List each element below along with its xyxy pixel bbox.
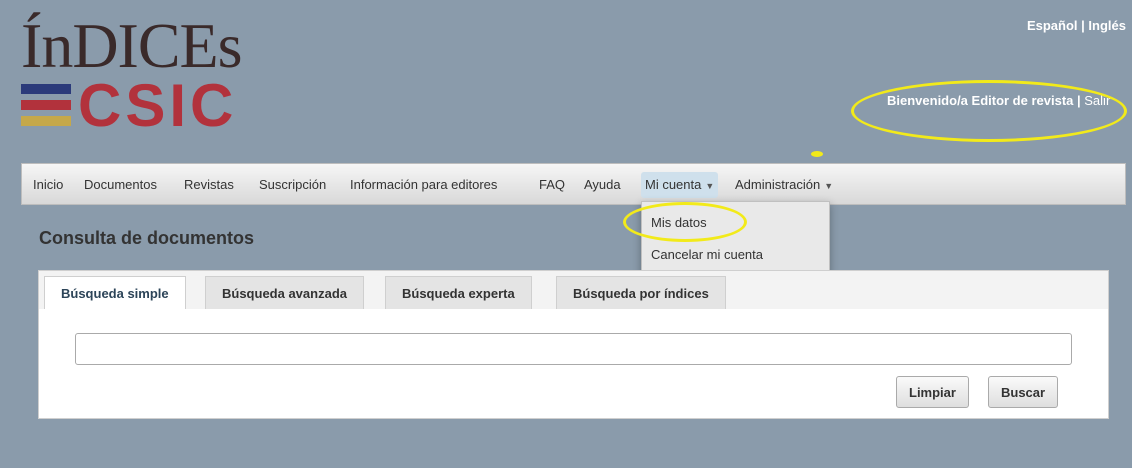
search-button[interactable]: Buscar (988, 376, 1059, 408)
nav-administracion[interactable]: Administración ▼ (735, 172, 833, 198)
logout-link[interactable]: Salir (1084, 93, 1110, 108)
tab-busqueda-simple[interactable]: Búsqueda simple (44, 276, 186, 312)
nav-administracion-label: Administración (735, 177, 821, 192)
lang-en-link[interactable]: Inglés (1088, 18, 1126, 33)
logo-indices-text: ÍnDICEs (21, 10, 243, 81)
nav-suscripcion[interactable]: Suscripción (259, 172, 326, 198)
page-title: Consulta de documentos (39, 228, 255, 248)
search-tabs: Búsqueda simple Búsqueda avanzada Búsque… (38, 270, 1109, 312)
tab-busqueda-experta[interactable]: Búsqueda experta (385, 276, 532, 311)
nav-revistas[interactable]: Revistas (184, 172, 234, 198)
chevron-down-icon: ▼ (824, 181, 834, 191)
clear-button[interactable]: Limpiar (896, 376, 969, 408)
menu-mis-datos[interactable]: Mis datos (651, 215, 707, 230)
welcome-text: Bienvenido/a Editor de revista (887, 93, 1074, 108)
lang-es-link[interactable]: Español (1027, 18, 1078, 33)
highlight-dot (811, 151, 823, 157)
logo-stripe-gold (21, 116, 71, 126)
search-input[interactable] (75, 333, 1072, 365)
nav-documentos[interactable]: Documentos (84, 172, 157, 198)
nav-faq[interactable]: FAQ (539, 172, 565, 198)
logo-stripes (21, 84, 71, 132)
tab-busqueda-avanzada[interactable]: Búsqueda avanzada (205, 276, 364, 311)
welcome-message: Bienvenido/a Editor de revista | Salir (887, 93, 1126, 108)
nav-inicio[interactable]: Inicio (33, 172, 63, 198)
nav-mi-cuenta-label: Mi cuenta (645, 177, 702, 192)
tab-busqueda-indices[interactable]: Búsqueda por índices (556, 276, 726, 311)
language-switcher: Español | Inglés (1027, 18, 1126, 33)
menu-cancelar-cuenta[interactable]: Cancelar mi cuenta (651, 247, 763, 262)
logo-csic-text: CSIC (78, 72, 238, 139)
lang-separator: | (1077, 18, 1089, 33)
chevron-down-icon: ▼ (705, 181, 715, 191)
main-navbar: Inicio Documentos Revistas Suscripción I… (21, 163, 1126, 205)
welcome-separator: | (1073, 93, 1085, 108)
nav-ayuda[interactable]: Ayuda (584, 172, 621, 198)
logo-stripe-blue (21, 84, 71, 94)
mi-cuenta-dropdown: Mis datos Cancelar mi cuenta (641, 201, 830, 277)
highlight-ring-welcome (851, 80, 1127, 142)
nav-info-editores[interactable]: Información para editores (350, 172, 497, 198)
logo-stripe-red (21, 100, 71, 110)
nav-mi-cuenta[interactable]: Mi cuenta ▼ (641, 172, 719, 198)
search-panel: Limpiar Buscar (38, 309, 1109, 419)
